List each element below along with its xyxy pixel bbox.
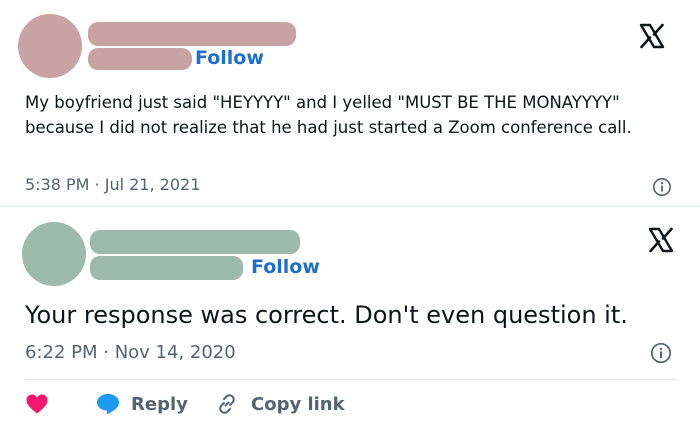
handle-redacted [90,256,243,280]
display-name-redacted [88,22,296,46]
handle-redacted [88,48,192,70]
avatar[interactable] [22,222,86,286]
x-logo-icon[interactable] [638,22,666,50]
tweet-text: My boyfriend just said "HEYYYY" and I ye… [25,93,632,137]
heart-icon[interactable] [25,393,49,415]
follow-button[interactable]: Follow [251,256,320,278]
info-icon[interactable] [652,177,672,197]
reply-icon [97,394,119,415]
copy-link-label: Copy link [251,393,345,415]
info-icon[interactable] [650,342,672,364]
copy-link-button[interactable]: Copy link [215,392,345,416]
timestamp[interactable]: 6:22 PM · Nov 14, 2020 [25,342,236,363]
actions-divider [25,379,677,380]
avatar[interactable] [18,14,82,78]
x-logo-icon[interactable] [647,226,675,254]
follow-button[interactable]: Follow [195,47,264,69]
timestamp[interactable]: 5:38 PM · Jul 21, 2021 [25,175,200,194]
tweet-card-2: Follow Your response was correct. Don't … [0,207,700,432]
tweet-text: Your response was correct. Don't even qu… [25,301,628,329]
link-icon [219,394,235,414]
display-name-redacted [90,230,300,254]
tweet-card-1: Follow My boyfriend just said "HEYYYY" a… [0,0,700,205]
reply-label: Reply [131,393,188,415]
reply-button[interactable]: Reply [95,392,188,416]
